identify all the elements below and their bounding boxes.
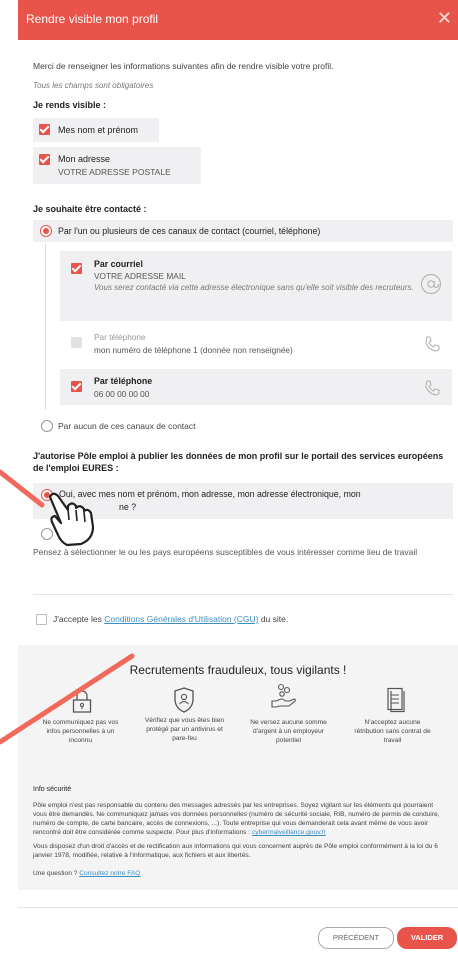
annotation-overlay — [0, 469, 135, 745]
annotation-arrow-icon — [0, 469, 45, 508]
pointing-hand-icon — [48, 492, 95, 547]
annotation-arrow-icon — [0, 653, 135, 745]
